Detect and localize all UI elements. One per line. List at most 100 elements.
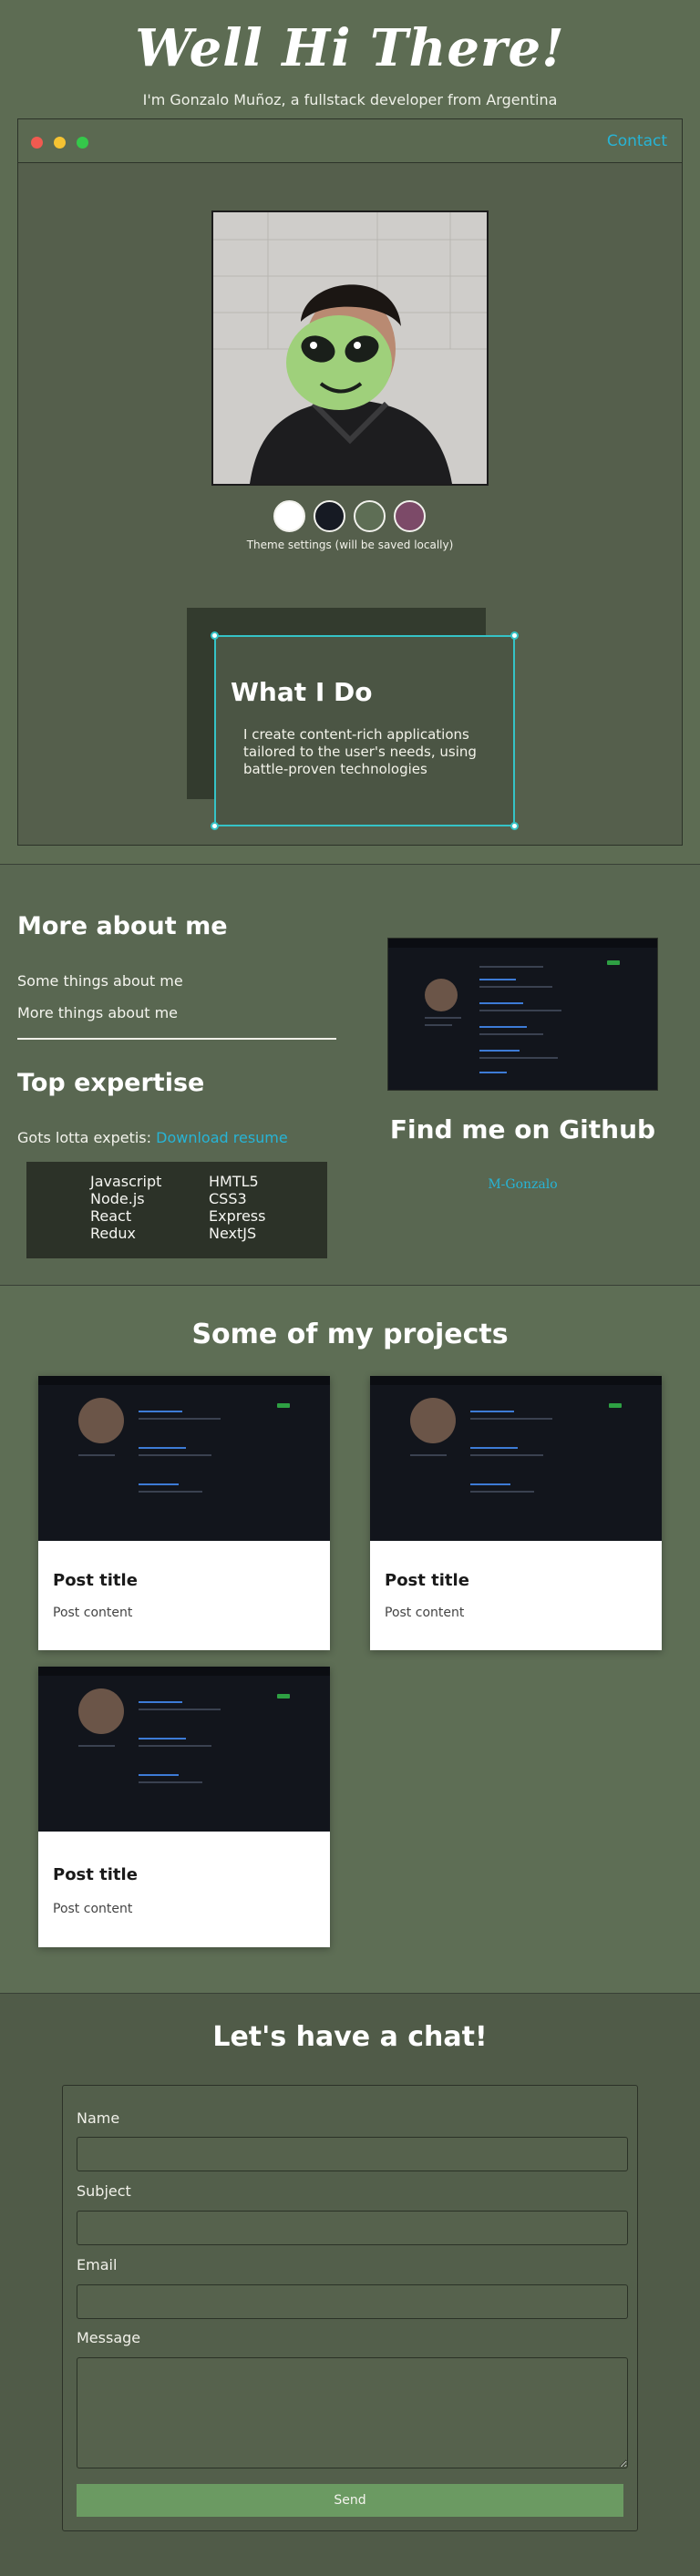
message-label: Message: [77, 2329, 141, 2346]
gh-line: [470, 1454, 543, 1456]
gh-topbar: [388, 939, 657, 948]
about-divider: [17, 1038, 336, 1040]
gh-line: [479, 1033, 543, 1035]
project-card-image: [370, 1376, 662, 1541]
gh-repo-link: [139, 1774, 179, 1776]
about-link-1[interactable]: Some things about me: [17, 972, 183, 990]
window-titlebar: Contact: [18, 119, 682, 163]
expertise-note: Gots lotta expetis: Download resume: [17, 1129, 288, 1146]
name-label: Name: [77, 2109, 120, 2127]
download-resume-link[interactable]: Download resume: [156, 1129, 288, 1146]
resize-handle-bottom-left[interactable]: [211, 822, 219, 830]
gh-line: [425, 1017, 461, 1019]
skills-list: Javascript Node.js React Redux HMTL5 CSS…: [26, 1162, 327, 1258]
email-label: Email: [77, 2256, 118, 2273]
theme-swatches: [273, 500, 427, 533]
skill-item: CSS3: [209, 1190, 247, 1207]
gh-repo-link: [139, 1701, 182, 1703]
skill-item: Redux: [90, 1225, 137, 1242]
whatido-panel[interactable]: What I Do I create content-rich applicat…: [211, 631, 519, 830]
hero-title: Well Hi There!: [135, 18, 565, 78]
skill-item: Express: [209, 1207, 266, 1225]
gh-line: [139, 1454, 211, 1456]
name-field[interactable]: [77, 2137, 628, 2171]
github-title: Find me on Github: [389, 1114, 656, 1144]
gh-line: [139, 1709, 221, 1710]
chat-section: Let's have a chat! Name Subject Email Me…: [0, 1993, 700, 2576]
gh-line: [479, 966, 543, 968]
gh-repo-link: [470, 1411, 514, 1412]
gh-line: [410, 1454, 447, 1456]
gh-repo-link: [139, 1447, 186, 1449]
subject-label: Subject: [77, 2182, 131, 2200]
project-card[interactable]: Post title Post content: [370, 1376, 662, 1650]
theme-plum-swatch[interactable]: [394, 500, 426, 532]
email-field[interactable]: [77, 2284, 628, 2319]
project-card-content: Post content: [53, 1902, 133, 1916]
about-section: More about me Some things about me More …: [0, 864, 700, 1285]
gh-line: [78, 1745, 115, 1747]
projects-title: Some of my projects: [191, 1319, 509, 1350]
whatido-text: I create content-rich applications tailo…: [243, 726, 477, 777]
skill-item: Node.js: [90, 1190, 145, 1207]
close-window-dot[interactable]: [31, 137, 43, 149]
github-user-link[interactable]: M-Gonzalo: [387, 1177, 658, 1192]
gh-repo-link: [479, 1050, 520, 1052]
project-card-image: [38, 1376, 330, 1541]
project-card-image: [38, 1667, 330, 1832]
contact-form: Name Subject Email Message Send: [62, 2085, 638, 2531]
gh-line: [479, 1057, 558, 1059]
theme-olive-swatch[interactable]: [354, 500, 386, 532]
gh-repo-link: [470, 1447, 518, 1449]
resize-handle-bottom-right[interactable]: [510, 822, 519, 830]
gh-topbar: [370, 1376, 662, 1385]
gh-follow-button: [277, 1694, 290, 1699]
minimize-window-dot[interactable]: [54, 137, 66, 149]
project-card-content: Post content: [53, 1606, 133, 1620]
gh-repo-link: [139, 1738, 186, 1740]
profile-photo-illustration: [213, 212, 487, 484]
contact-link[interactable]: Contact: [607, 132, 667, 150]
gh-follow-button: [607, 960, 620, 965]
skill-item: Javascript: [90, 1173, 162, 1190]
message-field[interactable]: [77, 2357, 628, 2468]
gh-line: [425, 1024, 452, 1026]
send-button[interactable]: Send: [77, 2484, 623, 2517]
project-card-title: Post title: [53, 1865, 138, 1884]
project-card[interactable]: Post title Post content: [38, 1376, 330, 1650]
gh-avatar: [410, 1398, 456, 1443]
about-title: More about me: [17, 912, 228, 940]
gh-line: [78, 1454, 115, 1456]
hero-section: Well Hi There! I'm Gonzalo Muñoz, a full…: [0, 0, 700, 864]
project-card[interactable]: Post title Post content: [38, 1667, 330, 1947]
gh-repo-link: [479, 1072, 507, 1073]
github-profile-screenshot[interactable]: [387, 938, 658, 1091]
theme-dark-swatch[interactable]: [314, 500, 345, 532]
resize-handle-top-right[interactable]: [510, 631, 519, 640]
gh-line: [139, 1491, 202, 1493]
skill-item: HMTL5: [209, 1173, 259, 1190]
project-card-title: Post title: [385, 1571, 469, 1590]
gh-line: [139, 1781, 202, 1783]
resize-handle-top-left[interactable]: [211, 631, 219, 640]
gh-topbar: [38, 1667, 330, 1676]
about-link-2[interactable]: More things about me: [17, 1004, 178, 1021]
profile-photo: [211, 210, 489, 486]
gh-line: [139, 1418, 221, 1420]
subject-field[interactable]: [77, 2211, 628, 2245]
gh-repo-link: [470, 1483, 510, 1485]
maximize-window-dot[interactable]: [77, 137, 88, 149]
gh-repo-link: [479, 979, 516, 980]
gh-follow-button: [277, 1403, 290, 1408]
hero-subtitle: I'm Gonzalo Muñoz, a fullstack developer…: [142, 91, 558, 108]
gh-avatar: [78, 1398, 124, 1443]
theme-light-swatch[interactable]: [273, 500, 305, 532]
projects-section: Some of my projects Post title Post cont…: [0, 1285, 700, 1993]
gh-topbar: [38, 1376, 330, 1385]
gh-line: [470, 1491, 534, 1493]
gh-follow-button: [609, 1403, 622, 1408]
gh-line: [479, 986, 552, 988]
skill-item: React: [90, 1207, 132, 1225]
gh-line: [479, 1010, 561, 1011]
project-card-content: Post content: [385, 1606, 465, 1620]
